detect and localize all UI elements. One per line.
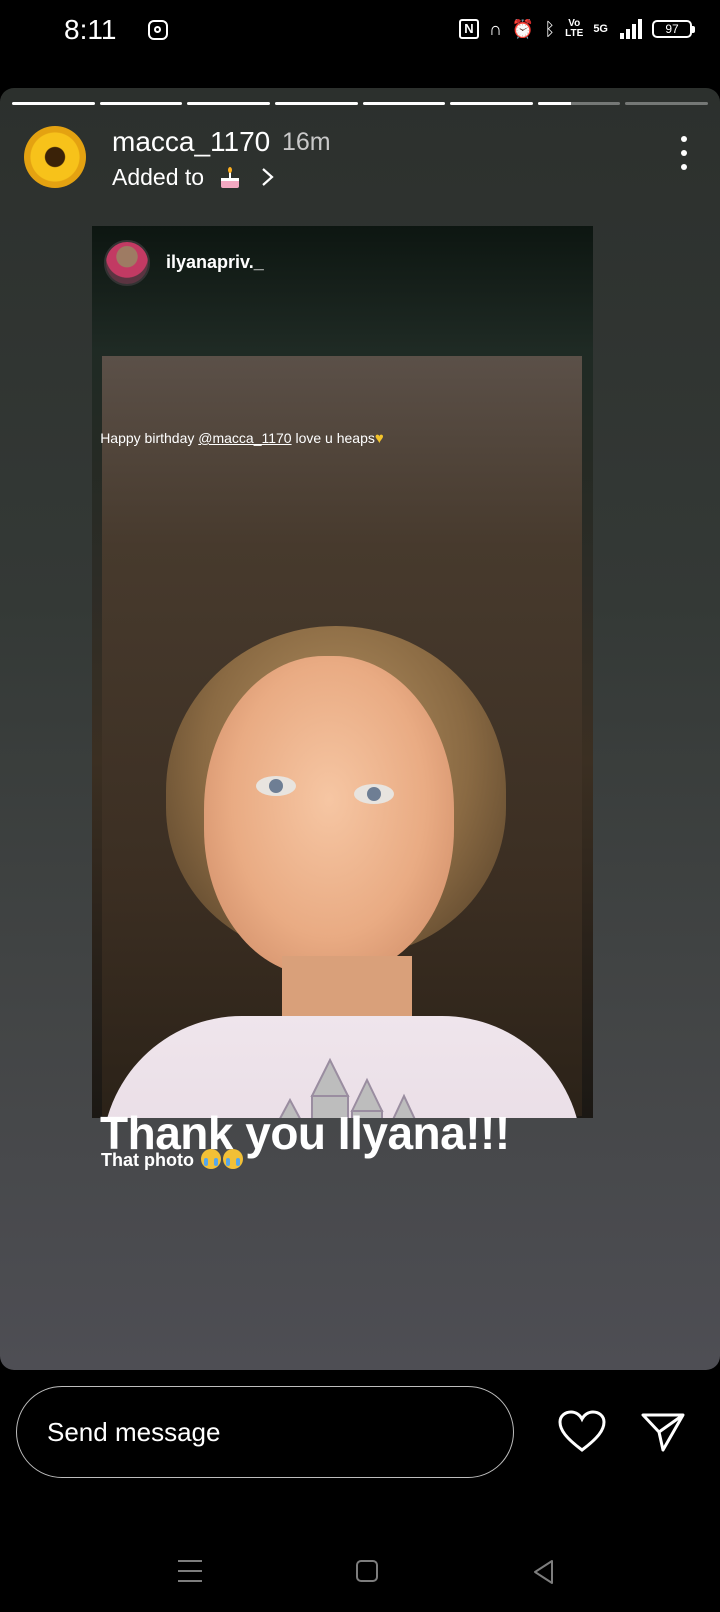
photo-eye-left (256, 776, 296, 796)
send-message-input[interactable]: Send message (16, 1386, 514, 1478)
embedded-story-photo[interactable]: ilyanapriv._ Happy birthday @macca_1170 … (92, 226, 593, 1118)
caption-text-suffix: love u heaps (291, 430, 375, 446)
alarm-icon: ⏰ (511, 19, 535, 39)
added-to-label[interactable]: Added to (112, 164, 204, 191)
chevron-right-icon[interactable] (256, 166, 278, 188)
story-subtext-label: That photo (101, 1150, 194, 1170)
story-username[interactable]: macca_1170 (112, 126, 270, 158)
embedded-username[interactable]: ilyanapriv._ (166, 252, 264, 273)
status-bar: 8:11 N ∩ ⏰ ᛒ Vo LTE 5G 97 (0, 0, 720, 70)
caption-text: Happy birthday (100, 430, 199, 446)
heart-icon[interactable] (558, 1410, 606, 1454)
story-time-ago: 16m (282, 128, 331, 156)
5g-icon: 5G (593, 23, 608, 35)
crying-emoji-icon (223, 1149, 243, 1169)
story-progress-bar (12, 102, 708, 105)
headphones-icon: ∩ (488, 19, 502, 39)
story-progress-segment (362, 102, 446, 105)
photo-face (204, 656, 454, 976)
nfc-icon: N (458, 19, 479, 39)
story-progress-segment (187, 102, 270, 105)
story-viewer[interactable]: macca_1170 16m Added to ilyanapriv._ Hap… (0, 88, 720, 1370)
nav-home-icon[interactable] (356, 1560, 378, 1582)
send-icon[interactable] (640, 1410, 686, 1454)
volte-icon: Vo LTE (565, 18, 584, 39)
story-progress-segment (274, 102, 358, 105)
status-icons: N ∩ ⏰ ᛒ Vo LTE 5G 97 (458, 18, 695, 40)
nav-menu-icon[interactable] (178, 1560, 202, 1582)
story-progress-segment (12, 102, 95, 105)
instagram-icon (148, 20, 168, 40)
battery-icon: 97 (652, 20, 695, 38)
signal-icon (620, 19, 642, 39)
nav-back-icon[interactable] (530, 1558, 558, 1586)
crying-emoji-icon (201, 1149, 221, 1169)
photo-background (102, 356, 582, 1118)
story-progress-segment (450, 102, 533, 105)
cake-icon[interactable] (218, 166, 242, 190)
status-time: 8:11 (64, 14, 117, 45)
story-subtext: That photo (101, 1146, 243, 1171)
photo-eye-right (354, 784, 394, 804)
story-progress-segment (99, 102, 183, 105)
embedded-avatar (104, 240, 150, 286)
more-options-icon[interactable] (678, 136, 690, 176)
bluetooth-icon: ᛒ (544, 19, 556, 39)
embedded-caption: Happy birthday @macca_1170 love u heaps♥ (92, 428, 392, 449)
send-message-placeholder: Send message (47, 1417, 221, 1447)
story-progress-segment (537, 102, 621, 105)
caption-mention[interactable]: @macca_1170 (198, 430, 291, 446)
yellow-heart-icon: ♥ (374, 430, 384, 447)
avatar[interactable] (24, 126, 86, 188)
story-progress-segment (625, 102, 708, 105)
